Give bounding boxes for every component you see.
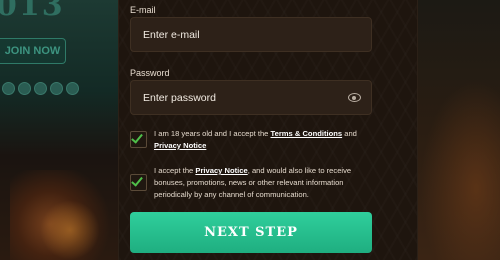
promo-art-glow <box>40 200 100 260</box>
payment-icon <box>2 82 15 95</box>
promo-hero-text: 013 <box>0 0 65 23</box>
age-consent-text-before: I am 18 years old and I accept the <box>154 129 271 138</box>
marketing-consent-text-before: I accept the <box>154 166 196 175</box>
side-art-glow <box>420 80 500 260</box>
email-label: E-mail <box>130 5 156 15</box>
payment-icon <box>66 82 79 95</box>
join-now-button[interactable]: JOIN NOW <box>0 38 66 64</box>
age-consent-text-middle: and <box>342 129 357 138</box>
marketing-consent-checkbox[interactable] <box>130 174 147 191</box>
password-label: Password <box>130 68 170 78</box>
age-consent-text: I am 18 years old and I accept the Terms… <box>154 128 374 152</box>
check-icon <box>131 131 143 144</box>
payment-icon <box>34 82 47 95</box>
terms-conditions-link[interactable]: Terms & Conditions <box>271 129 343 138</box>
next-step-button[interactable]: NEXT STEP <box>130 212 372 253</box>
side-art <box>418 0 500 260</box>
eye-icon[interactable] <box>348 93 361 102</box>
check-icon <box>131 174 143 187</box>
password-field[interactable]: Enter password <box>130 80 372 115</box>
email-field[interactable]: Enter e-mail <box>130 17 372 52</box>
age-consent-checkbox[interactable] <box>130 131 147 148</box>
privacy-notice-link-2[interactable]: Privacy Notice <box>195 166 247 175</box>
payment-icon <box>18 82 31 95</box>
marketing-consent-text: I accept the Privacy Notice, and would a… <box>154 165 374 201</box>
password-placeholder: Enter password <box>143 91 216 104</box>
privacy-notice-link[interactable]: Privacy Notice <box>154 141 206 150</box>
payment-icon <box>50 82 63 95</box>
promo-background: 013 JOIN NOW <box>0 0 118 260</box>
payment-icons <box>2 82 79 95</box>
